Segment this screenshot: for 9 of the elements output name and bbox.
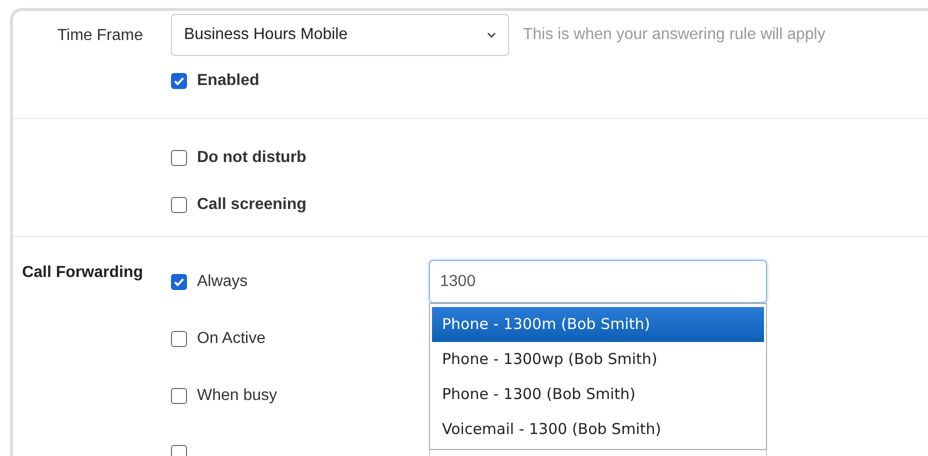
- hint-text: This is when your answering rule will apply: [523, 26, 826, 44]
- checkbox-label: Do not disturb: [197, 149, 306, 167]
- section-label: Call Forwarding: [21, 263, 144, 283]
- checkbox-label: When busy: [197, 386, 278, 404]
- checkbox-label: Always: [197, 272, 248, 290]
- field-label: Time Frame: [56, 26, 144, 46]
- checkbox-label: Call screening: [197, 196, 306, 214]
- checkbox-label: Enabled: [197, 72, 260, 90]
- checkbox-label: On Active: [197, 330, 266, 348]
